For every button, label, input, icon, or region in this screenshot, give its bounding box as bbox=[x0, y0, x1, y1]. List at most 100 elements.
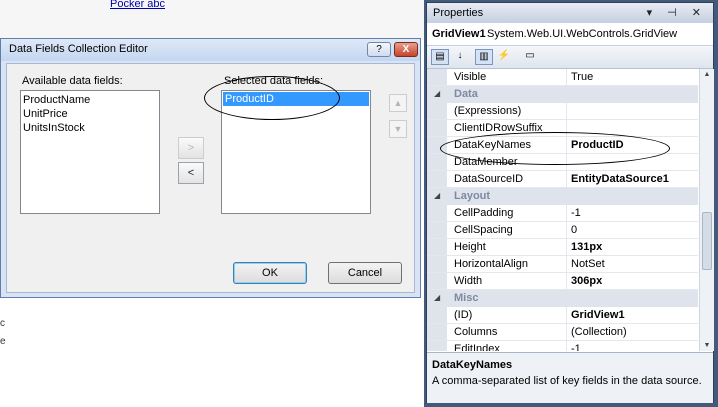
category-label: Data bbox=[454, 88, 478, 100]
row-gutter bbox=[427, 205, 447, 221]
property-value[interactable]: NotSet bbox=[571, 258, 605, 270]
property-row[interactable]: Width 306px bbox=[427, 273, 698, 290]
property-name: Height bbox=[454, 241, 486, 253]
property-row[interactable]: HorizontalAlign NotSet bbox=[427, 256, 698, 273]
scrollbar-thumb[interactable] bbox=[702, 212, 712, 270]
property-grid-scrollbar[interactable]: ▲ ▼ bbox=[699, 69, 714, 351]
collapse-icon[interactable]: ◢ bbox=[434, 89, 440, 98]
list-item[interactable]: ProductID bbox=[223, 92, 369, 106]
ok-button[interactable]: OK bbox=[233, 262, 307, 284]
description-pane: DataKeyNames A comma-separated list of k… bbox=[427, 352, 713, 403]
property-name: (Expressions) bbox=[454, 105, 522, 117]
help-button[interactable]: ? bbox=[367, 42, 391, 57]
description-title: DataKeyNames bbox=[432, 359, 513, 371]
move-down-button[interactable]: ▼ bbox=[389, 120, 407, 138]
move-up-button[interactable]: ▲ bbox=[389, 94, 407, 112]
property-value[interactable]: 0 bbox=[571, 224, 577, 236]
properties-title-bar[interactable]: Properties ▾ ⊣ ✕ bbox=[427, 3, 713, 23]
property-row[interactable]: CellPadding -1 bbox=[427, 205, 698, 222]
available-fields-list[interactable]: ProductName UnitPrice UnitsInStock bbox=[20, 90, 160, 214]
row-gutter bbox=[427, 69, 447, 85]
column-divider bbox=[566, 341, 567, 351]
property-value[interactable]: -1 bbox=[571, 343, 581, 351]
property-name: HorizontalAlign bbox=[454, 258, 528, 270]
object-type: System.Web.UI.WebControls.GridView bbox=[487, 28, 678, 40]
column-divider bbox=[566, 154, 567, 170]
row-gutter bbox=[427, 341, 447, 351]
close-button[interactable]: X bbox=[394, 42, 418, 57]
property-pages-icon[interactable]: ▭ bbox=[521, 49, 539, 65]
add-field-button[interactable]: > bbox=[178, 137, 204, 159]
property-grid: Visible True ◢ Data (Expressions) ClientIDRow… bbox=[427, 69, 698, 351]
object-selector[interactable]: GridView1 System.Web.UI.WebControls.Grid… bbox=[427, 23, 713, 46]
row-gutter bbox=[427, 307, 447, 323]
row-gutter bbox=[427, 171, 447, 187]
list-item[interactable]: UnitsInStock bbox=[21, 121, 159, 135]
row-gutter bbox=[427, 222, 447, 238]
property-row[interactable]: Height 131px bbox=[427, 239, 698, 256]
properties-title: Properties bbox=[433, 7, 484, 19]
arrow-up-icon: ▲ bbox=[393, 98, 403, 108]
collapse-icon[interactable]: ◢ bbox=[434, 191, 440, 200]
list-item[interactable]: ProductName bbox=[21, 93, 159, 107]
property-row[interactable]: Columns (Collection) bbox=[427, 324, 698, 341]
background-text: Pocker abc bbox=[110, 0, 166, 10]
description-text: A comma-separated list of key fields in … bbox=[432, 375, 702, 387]
column-divider bbox=[566, 69, 567, 85]
column-divider bbox=[566, 120, 567, 136]
property-category-layout[interactable]: ◢ Layout bbox=[427, 188, 698, 205]
column-divider bbox=[566, 171, 567, 187]
properties-panel: Properties ▾ ⊣ ✕ GridView1 System.Web.UI… bbox=[426, 2, 714, 403]
property-row[interactable]: Visible True bbox=[427, 69, 698, 86]
column-divider bbox=[566, 239, 567, 255]
property-row[interactable]: CellSpacing 0 bbox=[427, 222, 698, 239]
property-row[interactable]: (ID) GridView1 bbox=[427, 307, 698, 324]
properties-icon[interactable]: ▥ bbox=[475, 49, 493, 65]
dialog-title-bar[interactable]: Data Fields Collection Editor ? X bbox=[1, 39, 420, 61]
property-name: (ID) bbox=[454, 309, 473, 321]
row-gutter bbox=[427, 273, 447, 289]
alphabetical-icon[interactable]: ↓ bbox=[451, 49, 469, 65]
window-controls-icon[interactable]: ▾ ⊣ ✕ bbox=[647, 6, 707, 19]
property-value[interactable]: GridView1 bbox=[571, 309, 625, 321]
property-category-data[interactable]: ◢ Data bbox=[427, 86, 698, 103]
column-divider bbox=[566, 222, 567, 238]
property-row[interactable]: DataKeyNames ProductID bbox=[427, 137, 698, 154]
property-value[interactable]: (Collection) bbox=[571, 326, 627, 338]
remove-field-button[interactable]: < bbox=[178, 162, 204, 184]
property-row[interactable]: EditIndex -1 bbox=[427, 341, 698, 351]
property-value[interactable]: EntityDataSource1 bbox=[571, 173, 669, 185]
dialog-title: Data Fields Collection Editor bbox=[9, 43, 148, 55]
property-name: ClientIDRowSuffix bbox=[454, 122, 543, 134]
property-row[interactable]: ClientIDRowSuffix bbox=[427, 120, 698, 137]
object-name: GridView1 bbox=[432, 28, 486, 40]
row-gutter bbox=[427, 137, 447, 153]
property-name: DataSourceID bbox=[454, 173, 524, 185]
categorized-icon[interactable]: ▤ bbox=[431, 49, 449, 65]
column-divider bbox=[566, 137, 567, 153]
selected-fields-list[interactable]: ProductID bbox=[221, 90, 371, 214]
property-value[interactable]: ProductID bbox=[571, 139, 624, 151]
property-value[interactable]: True bbox=[571, 71, 593, 83]
scroll-down-icon[interactable]: ▼ bbox=[702, 342, 712, 349]
property-row[interactable]: (Expressions) bbox=[427, 103, 698, 120]
cancel-button[interactable]: Cancel bbox=[328, 262, 402, 284]
row-gutter bbox=[427, 256, 447, 272]
property-row[interactable]: DataSourceID EntityDataSource1 bbox=[427, 171, 698, 188]
properties-toolbar: ▤ ↓ ▥ ⚡ ▭ bbox=[427, 46, 713, 69]
property-value[interactable]: 131px bbox=[571, 241, 602, 253]
property-category-misc[interactable]: ◢ Misc bbox=[427, 290, 698, 307]
list-item[interactable]: UnitPrice bbox=[21, 107, 159, 121]
scroll-up-icon[interactable]: ▲ bbox=[702, 71, 712, 78]
property-value[interactable]: -1 bbox=[571, 207, 581, 219]
property-row[interactable]: DataMember bbox=[427, 154, 698, 171]
property-name: Columns bbox=[454, 326, 498, 338]
row-gutter bbox=[427, 120, 447, 136]
column-divider bbox=[566, 307, 567, 323]
property-value[interactable]: 306px bbox=[571, 275, 602, 287]
category-label: Misc bbox=[454, 292, 479, 304]
property-name: CellPadding bbox=[454, 207, 514, 219]
events-icon[interactable]: ⚡ bbox=[495, 49, 513, 65]
property-name: EditIndex bbox=[454, 343, 500, 351]
collapse-icon[interactable]: ◢ bbox=[434, 293, 440, 302]
